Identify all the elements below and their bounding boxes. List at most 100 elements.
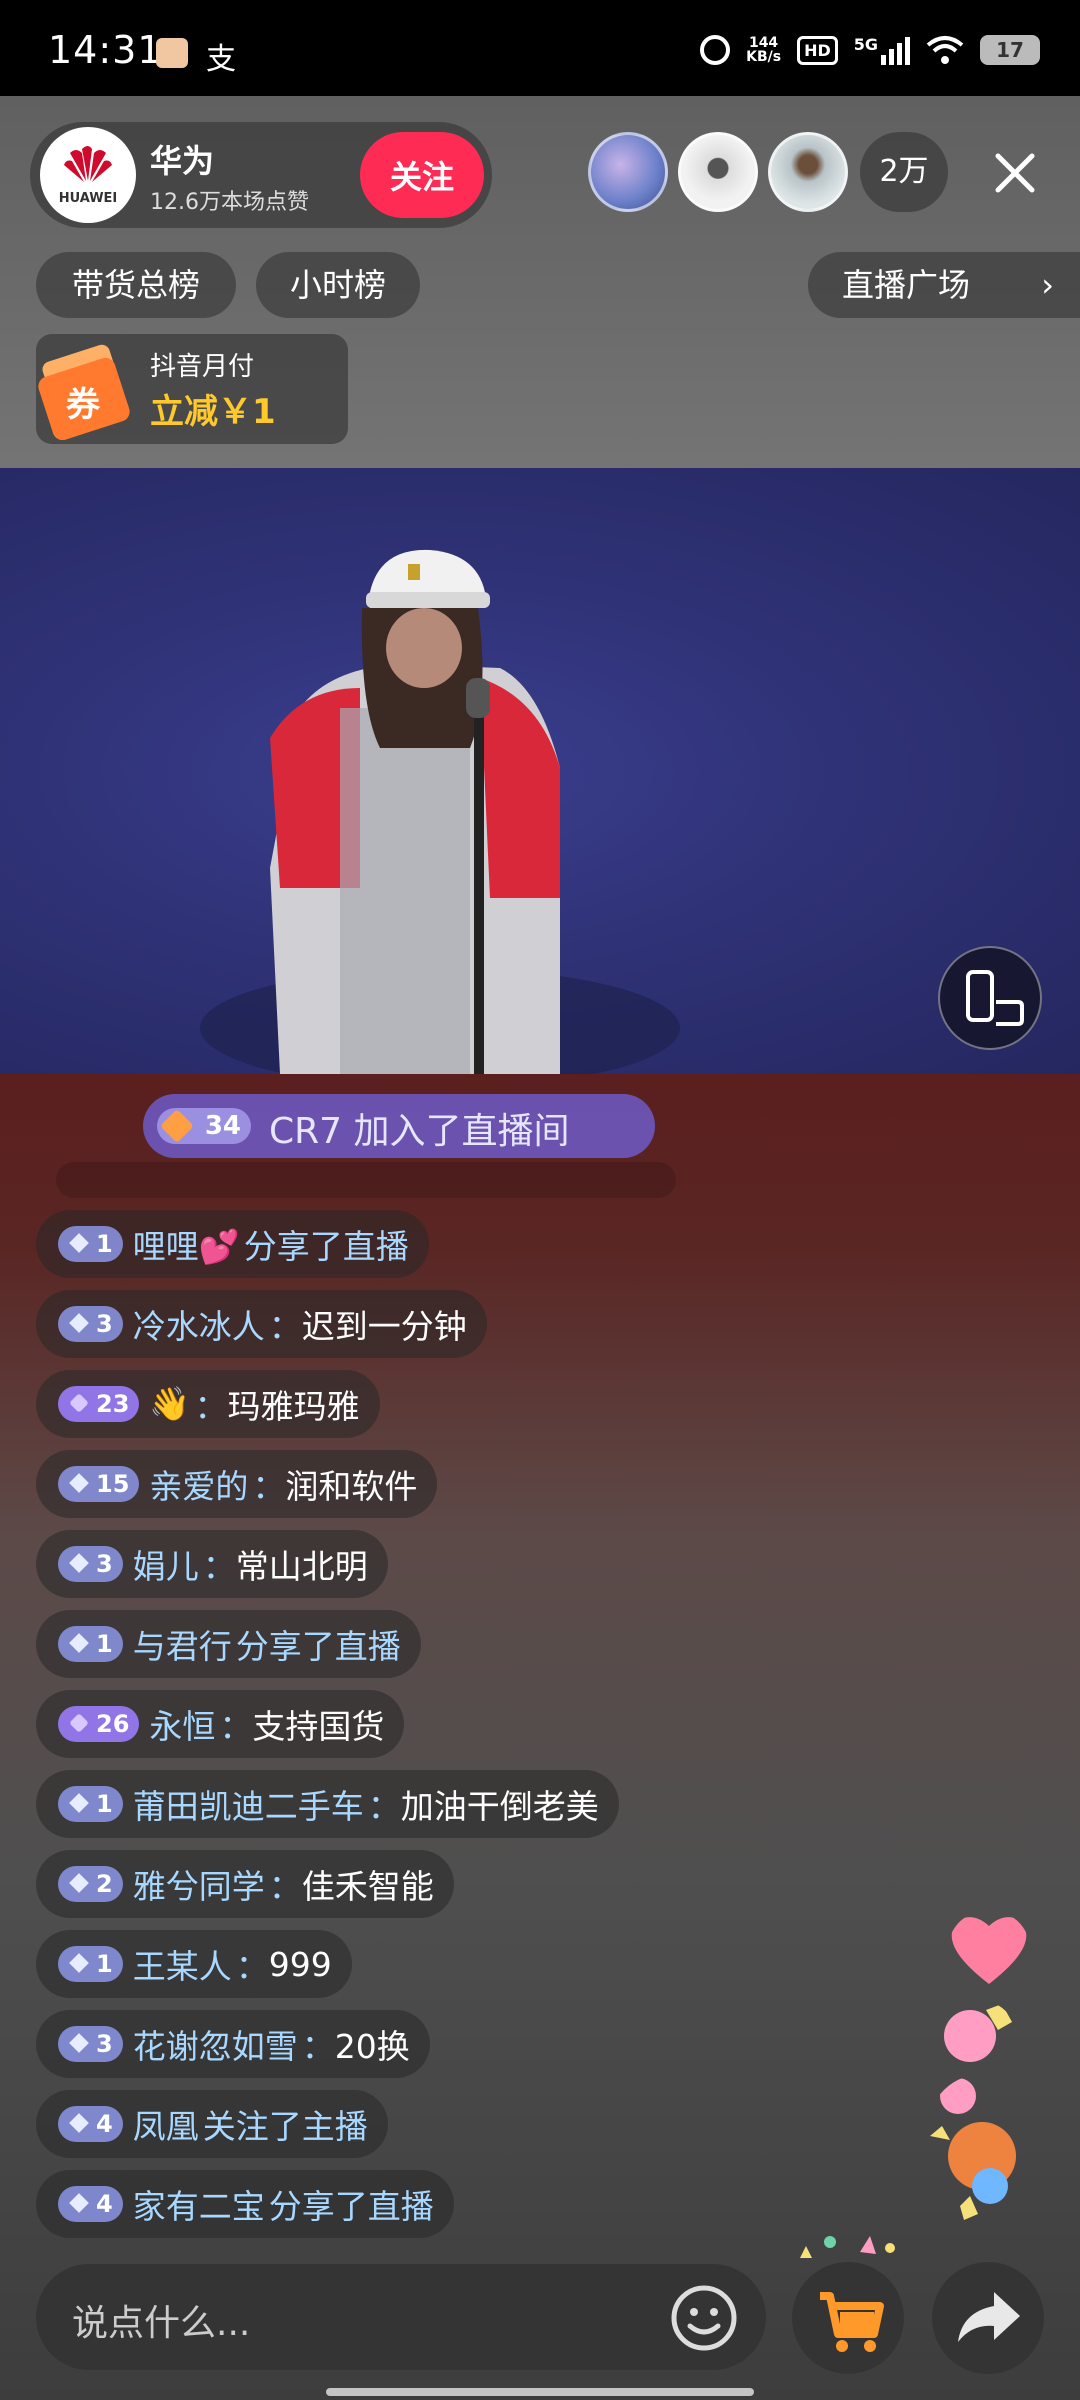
- comment-row[interactable]: 23 👋：玛雅玛雅: [36, 1370, 380, 1438]
- alarm-icon: [700, 35, 731, 65]
- anchor-likes: 12.6万本场点赞: [150, 190, 309, 215]
- viewer-avatar-1[interactable]: [588, 132, 668, 212]
- heart-icon: [944, 2004, 1012, 2062]
- live-plaza-button[interactable]: 直播广场 ›: [808, 252, 1080, 318]
- status-time: 14:31: [48, 28, 163, 72]
- comment-username[interactable]: 哩哩💕: [133, 1220, 240, 1268]
- anchor-name: 华为: [150, 142, 215, 180]
- level-badge: 15: [58, 1466, 140, 1502]
- comment-row[interactable]: 1 哩哩💕 分享了直播: [36, 1210, 429, 1278]
- comment-username[interactable]: 冷水冰人: [133, 1300, 265, 1348]
- comment-separator: ：: [219, 1707, 253, 1746]
- level-badge: 3: [58, 1546, 123, 1582]
- comment-separator: ：: [252, 1467, 286, 1506]
- comment-text: 润和软件: [285, 1467, 418, 1506]
- share-icon: [958, 2292, 1020, 2342]
- home-indicator[interactable]: [326, 2388, 754, 2396]
- emoji-icon[interactable]: [670, 2284, 738, 2352]
- level-badge: 1: [58, 1786, 123, 1822]
- close-icon[interactable]: [980, 138, 1050, 208]
- comment-username[interactable]: 亲爱的: [149, 1460, 248, 1508]
- comment-text: 分享了直播: [235, 1627, 401, 1666]
- comment-separator: ：: [268, 1867, 302, 1906]
- live-video[interactable]: [0, 468, 1080, 1074]
- comment-text: 加油干倒老美: [400, 1787, 599, 1826]
- comment-username[interactable]: 娟儿: [133, 1540, 199, 1588]
- level-badge: 4: [58, 2106, 123, 2142]
- level-badge: 1: [58, 1226, 123, 1262]
- comment-text: 20换: [334, 2027, 410, 2066]
- comment-text: 999: [268, 1944, 332, 1984]
- comment-separator: ：: [235, 1947, 269, 1986]
- comment-row[interactable]: 3 冷水冰人：迟到一分钟: [36, 1290, 487, 1358]
- comment-username[interactable]: 王某人: [133, 1940, 232, 1988]
- level-badge: 3: [58, 1306, 123, 1342]
- huawei-logo-icon: [64, 146, 112, 182]
- performer-image: [200, 549, 680, 1074]
- alipay-icon: 支: [206, 42, 236, 77]
- comment-row[interactable]: 1 与君行 分享了直播: [36, 1610, 421, 1678]
- tab-hourly-rank[interactable]: 小时榜: [256, 252, 420, 318]
- viewer-count[interactable]: 2万: [860, 132, 948, 212]
- comment-row[interactable]: 3 娟儿：常山北明: [36, 1530, 388, 1598]
- level-badge: 4: [58, 2186, 123, 2222]
- viewer-avatar-3[interactable]: [768, 132, 848, 212]
- share-button[interactable]: [932, 2262, 1044, 2374]
- comment-separator: ：: [202, 1547, 236, 1586]
- status-bar: 14:31 支 144 KB/s HD 5G 17: [0, 0, 1080, 96]
- comment-row[interactable]: 2 雅兮同学：佳禾智能: [36, 1850, 454, 1918]
- comment-row[interactable]: 4 凤凰 关注了主播: [36, 2090, 388, 2158]
- logo-text: HUAWEI: [58, 191, 118, 206]
- comment-input[interactable]: 说点什么...: [36, 2264, 766, 2370]
- level-badge: 2: [58, 1866, 123, 1902]
- comment-row[interactable]: 1 王某人： 999: [36, 1930, 352, 1998]
- comment-username[interactable]: 花谢忽如雪: [133, 2020, 298, 2068]
- rotate-screen-icon: [966, 970, 1024, 1026]
- follow-button[interactable]: 关注: [360, 132, 484, 218]
- faded-comment: [56, 1162, 676, 1198]
- comment-username[interactable]: 永恒: [149, 1700, 215, 1748]
- coupon-title: 抖音月付: [150, 352, 255, 382]
- hd-icon: HD: [797, 35, 838, 65]
- rotate-screen-button[interactable]: [938, 946, 1042, 1050]
- wifi-icon: [926, 36, 964, 64]
- comment-username[interactable]: 与君行: [133, 1620, 232, 1668]
- comment-row[interactable]: 15 亲爱的：润和软件: [36, 1450, 438, 1518]
- comment-separator: ：: [268, 1307, 302, 1346]
- anchor-avatar[interactable]: HUAWEI: [40, 127, 136, 223]
- comment-text: 玛雅玛雅: [227, 1387, 360, 1426]
- level-badge: 3: [58, 2026, 123, 2062]
- comment-text: 分享了直播: [243, 1227, 409, 1266]
- comment-text: 常山北明: [235, 1547, 368, 1586]
- comment-username[interactable]: 雅兮同学: [133, 1860, 265, 1908]
- comment-row[interactable]: 3 花谢忽如雪： 20换: [36, 2010, 430, 2078]
- comment-username[interactable]: 家有二宝: [133, 2180, 265, 2228]
- comment-row[interactable]: 1 莆田凯迪二手车：加油干倒老美: [36, 1770, 619, 1838]
- comment-username[interactable]: 凤凰: [133, 2100, 199, 2148]
- comment-text: 佳禾智能: [301, 1867, 434, 1906]
- comment-separator: ：: [194, 1387, 228, 1426]
- heart-icon: [951, 1917, 1027, 1984]
- comment-text: 关注了主播: [202, 2107, 368, 2146]
- anchor-info-card[interactable]: HUAWEI 华为 12.6万本场点赞 关注: [30, 122, 492, 228]
- battery-icon: 17: [980, 35, 1040, 65]
- comment-text: 支持国货: [252, 1707, 385, 1746]
- shopping-cart-icon: [820, 2292, 884, 2352]
- level-badge: 1: [58, 1946, 123, 1982]
- svg-text:券: 券: [66, 385, 101, 425]
- level-badge: 23: [58, 1386, 140, 1422]
- signal-icon: 5G: [854, 35, 910, 65]
- tab-sales-rank[interactable]: 带货总榜: [36, 252, 236, 318]
- status-icons: 144 KB/s HD 5G 17: [700, 30, 1040, 70]
- live-plaza-label: 直播广场: [842, 266, 971, 304]
- comment-row[interactable]: 4 家有二宝 分享了直播: [36, 2170, 454, 2238]
- shopping-cart-button[interactable]: [792, 2262, 904, 2374]
- join-notice-text: CR7 加入了直播间: [269, 1111, 570, 1152]
- comment-separator: ：: [301, 2027, 335, 2066]
- coupon-card[interactable]: 券 抖音月付 立减￥1: [36, 334, 348, 444]
- viewer-avatar-2[interactable]: [678, 132, 758, 212]
- comment-username[interactable]: 莆田凯迪二手车: [133, 1780, 364, 1828]
- comment-username[interactable]: 👋: [149, 1384, 190, 1424]
- comment-row[interactable]: 26 永恒：支持国货: [36, 1690, 405, 1758]
- coupon-discount: 立减￥1: [150, 392, 276, 432]
